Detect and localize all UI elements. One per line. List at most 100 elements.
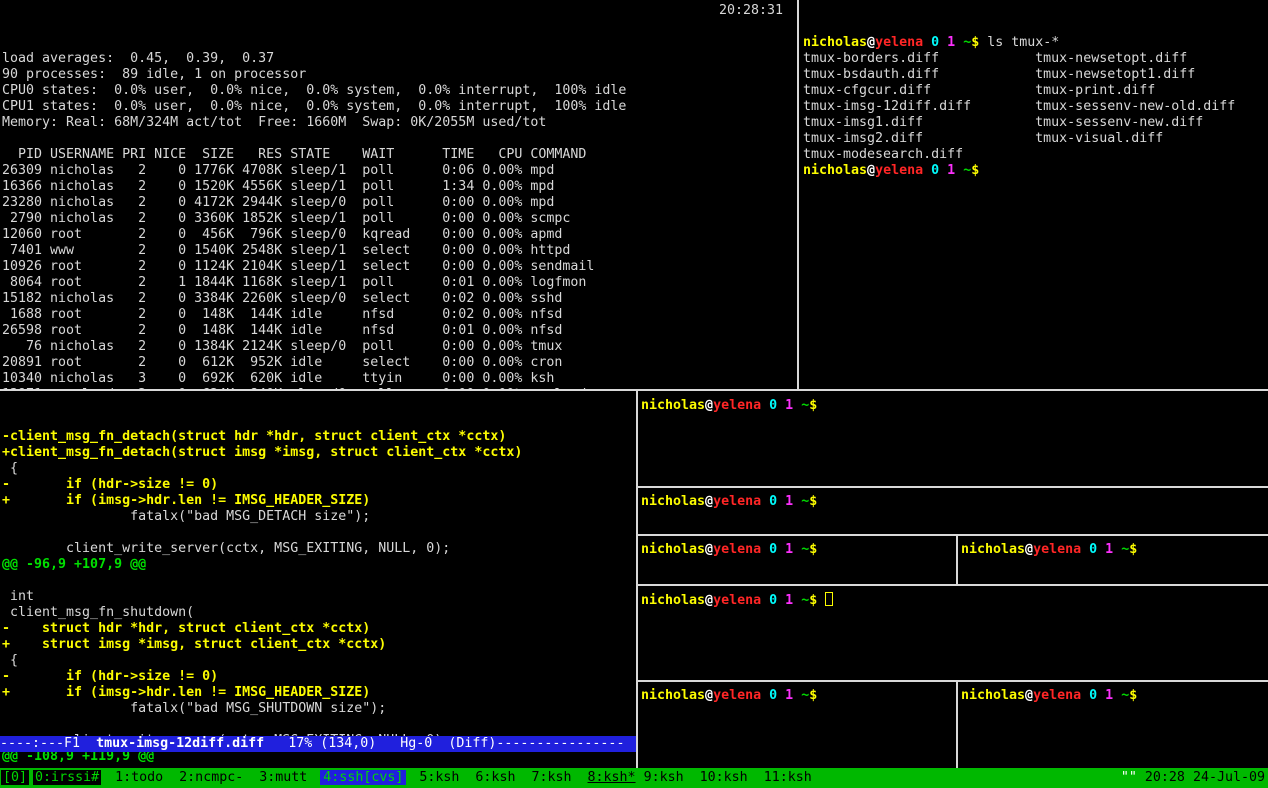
- file-listing-line: tmux-borders.diff tmux-newsetopt.diff: [803, 51, 1268, 67]
- status-window-10[interactable]: 10:ksh: [700, 770, 748, 785]
- shell-prompt-line: nicholas@yelena 0 1 ~$: [961, 688, 1268, 704]
- diff-line: @@ -96,9 +107,9 @@: [2, 557, 636, 573]
- prompt-flag-b: 1: [785, 688, 793, 703]
- status-window-0[interactable]: 0:irssi#: [33, 770, 101, 785]
- file-listing-line: tmux-imsg-12diff.diff tmux-sessenv-new-o…: [803, 99, 1268, 115]
- status-window-11[interactable]: 11:ksh: [764, 770, 812, 785]
- prompt-symbol: $: [1129, 542, 1137, 557]
- diff-line: fatalx("bad MSG_SHUTDOWN size");: [2, 701, 636, 717]
- prompt-path: ~: [801, 688, 809, 703]
- prompt-symbol: $: [809, 688, 817, 703]
- prompt-flag-a: 0: [1089, 688, 1097, 703]
- prompt-path: ~: [1121, 542, 1129, 557]
- process-row: 2790 nicholas 2 0 3360K 1852K sleep/1 po…: [2, 211, 797, 227]
- prompt-flag-a: 0: [769, 494, 777, 509]
- system-summary-line: CPU1 states: 0.0% user, 0.0% nice, 0.0% …: [2, 99, 797, 115]
- prompt-symbol: $: [809, 398, 817, 413]
- prompt-flag-b: 1: [947, 35, 955, 50]
- process-table: load averages: 0.45, 0.39, 0.3790 proces…: [2, 51, 797, 389]
- diff-line: client_write_server(cctx, MSG_EXITING, N…: [2, 541, 636, 557]
- prompt-flag-a: 0: [769, 688, 777, 703]
- diff-line: +client_msg_fn_detach(struct imsg *imsg,…: [2, 445, 636, 461]
- prompt-host: yelena: [713, 542, 761, 557]
- pane-b[interactable]: nicholas@yelena 0 1 ~$: [638, 488, 1268, 534]
- status-window-4[interactable]: 4:ssh[cvs]: [320, 770, 406, 785]
- shell-prompt-line: nicholas@yelena 0 1 ~$: [641, 688, 956, 704]
- pane-f[interactable]: nicholas@yelena 0 1 ~$: [638, 682, 956, 768]
- shell-prompt-line: nicholas@yelena 0 1 ~$: [641, 592, 1268, 608]
- pane-c[interactable]: nicholas@yelena 0 1 ~$: [638, 536, 956, 584]
- prompt-flag-a: 0: [769, 398, 777, 413]
- prompt-symbol: $: [1129, 688, 1137, 703]
- diff-line: {: [2, 653, 636, 669]
- prompt-path: ~: [801, 494, 809, 509]
- shell-pane-ls[interactable]: nicholas@yelena 0 1 ~$ ls tmux-*tmux-bor…: [800, 0, 1268, 389]
- process-row: 15182 nicholas 2 0 3384K 2260K sleep/0 s…: [2, 291, 797, 307]
- file-listing-line: tmux-imsg2.diff tmux-visual.diff: [803, 131, 1268, 147]
- prompt-at: @: [705, 398, 713, 413]
- prompt-symbol: $: [809, 494, 817, 509]
- system-summary-line: 90 processes: 89 idle, 1 on processor: [2, 67, 797, 83]
- pane-d[interactable]: nicholas@yelena 0 1 ~$: [958, 536, 1268, 584]
- prompt-symbol: $: [809, 542, 817, 557]
- process-row: 23280 nicholas 2 0 4172K 2944K sleep/0 p…: [2, 195, 797, 211]
- process-row: 7401 www 2 0 1540K 2548K sleep/1 select …: [2, 243, 797, 259]
- pane-border-vertical-top[interactable]: [797, 0, 799, 391]
- prompt-flag-a: 0: [769, 593, 777, 608]
- status-window-list: [0] 0:irssi# 1:todo 2:ncmpc- 3:mutt 4:ss…: [3, 770, 812, 786]
- prompt-flag-b: 1: [785, 542, 793, 557]
- status-date: 24-Jul-09: [1193, 770, 1265, 785]
- pane-e[interactable]: nicholas@yelena 0 1 ~$: [638, 586, 1268, 680]
- diff-line: {: [2, 461, 636, 477]
- prompt-user: nicholas: [641, 542, 705, 557]
- status-window-5[interactable]: 5:ksh: [419, 770, 459, 785]
- process-row: 10340 nicholas 3 0 692K 620K idle ttyin …: [2, 371, 797, 387]
- top-pane[interactable]: 20:28:31 load averages: 0.45, 0.39, 0.37…: [0, 0, 797, 389]
- prompt-path: ~: [1121, 688, 1129, 703]
- process-row: 16366 nicholas 2 0 1520K 4556K sleep/1 p…: [2, 179, 797, 195]
- process-row: 76 nicholas 2 0 1384K 2124K sleep/0 poll…: [2, 339, 797, 355]
- prompt-flag-b: 1: [785, 494, 793, 509]
- status-window-7[interactable]: 7:ksh: [531, 770, 571, 785]
- prompt-at: @: [1025, 542, 1033, 557]
- status-window-9[interactable]: 9:ksh: [644, 770, 684, 785]
- diff-line: + struct imsg *imsg, struct client_ctx *…: [2, 637, 636, 653]
- pane-a[interactable]: nicholas@yelena 0 1 ~$: [638, 391, 1268, 486]
- clock-readout: 20:28:31: [719, 3, 783, 19]
- diff-line: + if (imsg->hdr.len != IMSG_HEADER_SIZE): [2, 493, 636, 509]
- prompt-at: @: [705, 494, 713, 509]
- status-window-1[interactable]: 1:todo: [115, 770, 163, 785]
- status-window-3[interactable]: 3:mutt: [259, 770, 307, 785]
- status-window-2[interactable]: 2:ncmpc-: [179, 770, 243, 785]
- pane-g[interactable]: nicholas@yelena 0 1 ~$: [958, 682, 1268, 768]
- prompt-flag-a: 0: [931, 35, 939, 50]
- modeline-prefix: ----:---F1: [0, 736, 96, 751]
- prompt-at: @: [867, 163, 875, 178]
- prompt-user: nicholas: [641, 688, 705, 703]
- prompt-flag-a: 0: [1089, 542, 1097, 557]
- process-row: 20891 root 2 0 612K 952K idle select 0:0…: [2, 355, 797, 371]
- process-row: 26309 nicholas 2 0 1776K 4708K sleep/1 p…: [2, 163, 797, 179]
- file-listing-line: tmux-cfgcur.diff tmux-print.diff: [803, 83, 1268, 99]
- system-summary-line: CPU0 states: 0.0% user, 0.0% nice, 0.0% …: [2, 83, 797, 99]
- shell-prompt-line: nicholas@yelena 0 1 ~$: [803, 163, 1268, 179]
- diff-line: [2, 573, 636, 589]
- prompt-host: yelena: [713, 398, 761, 413]
- prompt-host: yelena: [713, 494, 761, 509]
- prompt-at: @: [705, 688, 713, 703]
- prompt-flag-b: 1: [1105, 542, 1113, 557]
- status-window-6[interactable]: 6:ksh: [475, 770, 515, 785]
- terminal-line: [2, 131, 797, 147]
- prompt-user: nicholas: [641, 494, 705, 509]
- prompt-path: ~: [801, 398, 809, 413]
- diff-line: -client_msg_fn_detach(struct hdr *hdr, s…: [2, 429, 636, 445]
- prompt-host: yelena: [875, 35, 923, 50]
- prompt-flag-a: 0: [769, 542, 777, 557]
- emacs-pane[interactable]: -client_msg_fn_detach(struct hdr *hdr, s…: [0, 391, 636, 768]
- status-window-8[interactable]: 8:ksh*: [588, 770, 636, 785]
- status-pane-title: "": [1121, 770, 1137, 785]
- prompt-user: nicholas: [803, 163, 867, 178]
- shell-prompt-line: nicholas@yelena 0 1 ~$: [641, 494, 1268, 510]
- prompt-at: @: [1025, 688, 1033, 703]
- process-row: 12060 root 2 0 456K 796K sleep/0 kqread …: [2, 227, 797, 243]
